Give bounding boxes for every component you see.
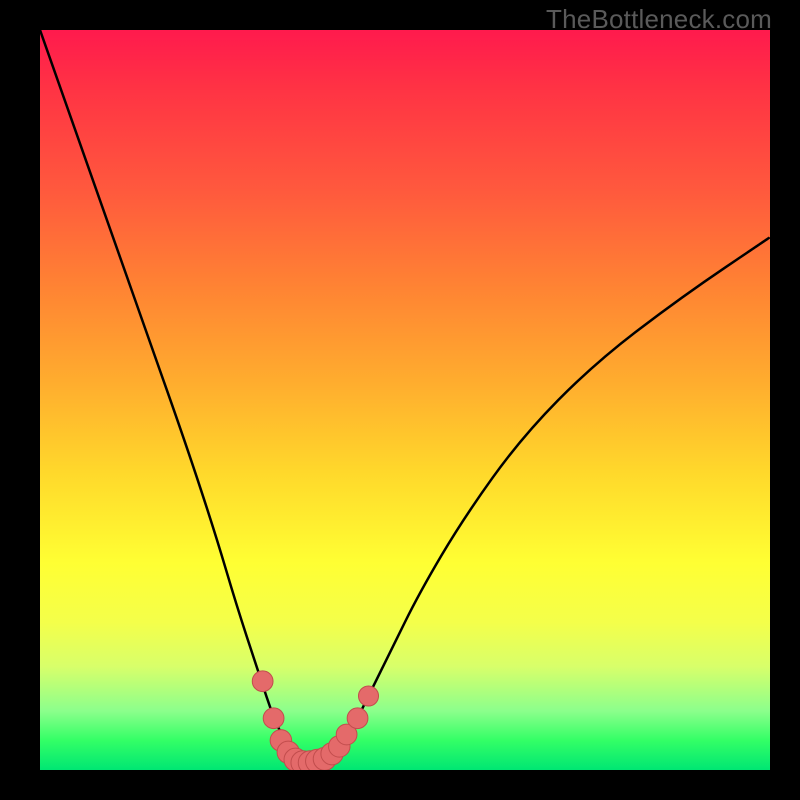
- curve-marker: [358, 686, 378, 706]
- bottleneck-curve-line: [40, 30, 770, 763]
- curve-marker: [263, 708, 284, 729]
- bottleneck-chart: [40, 30, 770, 770]
- curve-marker: [347, 708, 368, 729]
- curve-markers: [252, 671, 378, 770]
- curve-marker: [252, 671, 273, 692]
- plot-area: [40, 30, 770, 770]
- chart-frame: TheBottleneck.com: [0, 0, 800, 800]
